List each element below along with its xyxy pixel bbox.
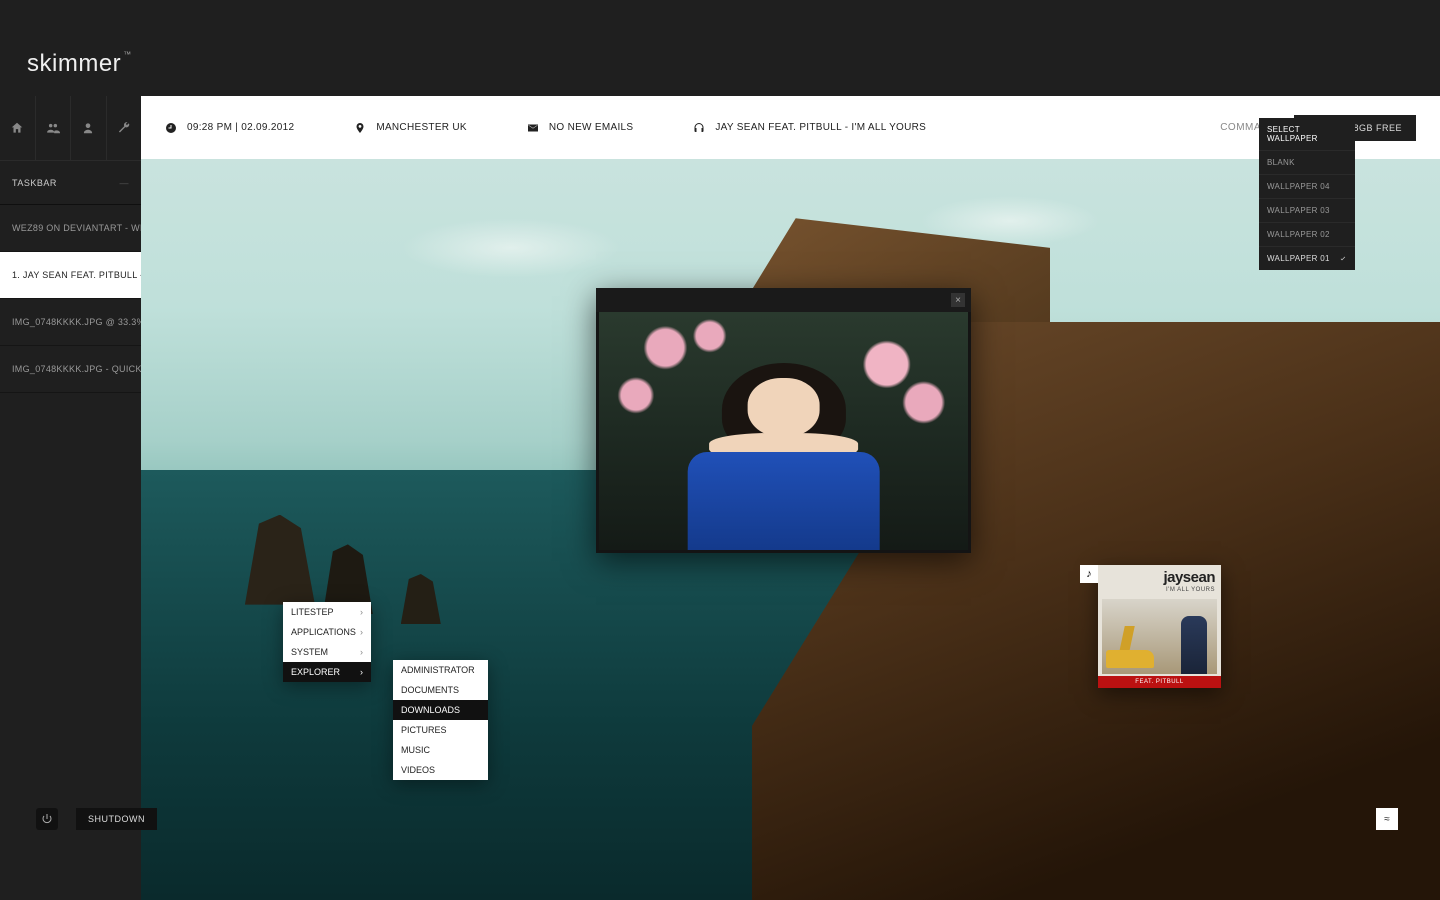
wrench-icon[interactable]	[107, 96, 142, 160]
power-button[interactable]	[36, 808, 58, 830]
expand-button[interactable]: ≈	[1376, 808, 1398, 830]
wallpaper-option[interactable]: BLANK	[1259, 150, 1355, 174]
taskbar-item[interactable]: IMG_0748KKKK.JPG - QUICK ...	[0, 346, 141, 393]
email-text: NO NEW EMAILS	[549, 122, 633, 133]
taskbar-header[interactable]: TASKBAR —	[0, 160, 141, 205]
window-titlebar[interactable]: ×	[596, 288, 971, 312]
album-feat: FEAT. PITBULL	[1098, 676, 1221, 688]
check-icon	[1339, 255, 1347, 263]
people-icon[interactable]	[36, 96, 72, 160]
submenu-item[interactable]: DOCUMENTS	[393, 680, 488, 700]
context-submenu-explorer: ADMINISTRATOR DOCUMENTS DOWNLOADS PICTUR…	[393, 660, 488, 780]
wallpaper-option[interactable]: WALLPAPER 04	[1259, 174, 1355, 198]
nowplaying-group[interactable]: JAY SEAN FEAT. PITBULL - I'M ALL YOURS	[693, 122, 926, 134]
pin-icon	[354, 122, 366, 134]
context-menu-main: LITESTEP› APPLICATIONS› SYSTEM› EXPLORER…	[283, 602, 371, 682]
submenu-item[interactable]: MUSIC	[393, 740, 488, 760]
person-icon[interactable]	[71, 96, 107, 160]
mail-icon	[527, 122, 539, 134]
expand-icon: ≈	[1384, 814, 1390, 825]
menu-item-system[interactable]: SYSTEM›	[283, 642, 371, 662]
sidebar-icon-row	[0, 96, 141, 160]
music-note-icon[interactable]: ♪	[1080, 565, 1098, 583]
collapse-icon[interactable]: —	[120, 178, 130, 188]
album-art-widget[interactable]: ♪ jaysean I'M ALL YOURS FEAT. PITBULL	[1098, 565, 1221, 688]
submenu-item[interactable]: PICTURES	[393, 720, 488, 740]
submenu-item[interactable]: DOWNLOADS	[393, 700, 488, 720]
album-artist: jaysean	[1163, 569, 1215, 586]
sidebar: TASKBAR — WEZ89 ON DEVIANTART - WIN... 1…	[0, 96, 141, 900]
email-group[interactable]: NO NEW EMAILS	[527, 122, 633, 134]
clock-group: 09:28 PM | 02.09.2012	[165, 122, 294, 134]
home-icon[interactable]	[0, 96, 36, 160]
wallpaper-option[interactable]: WALLPAPER 02	[1259, 222, 1355, 246]
close-button[interactable]: ×	[951, 293, 965, 307]
location-group: MANCHESTER UK	[354, 122, 467, 134]
shutdown-button[interactable]: SHUTDOWN	[76, 808, 157, 830]
submenu-item[interactable]: ADMINISTRATOR	[393, 660, 488, 680]
menu-item-litestep[interactable]: LITESTEP›	[283, 602, 371, 622]
menu-item-explorer[interactable]: EXPLORER›	[283, 662, 371, 682]
power-icon	[41, 813, 53, 825]
wallpaper-menu-header[interactable]: SELECT WALLPAPER	[1259, 118, 1355, 150]
photo-viewer-window[interactable]: ×	[596, 288, 971, 553]
nowplaying-text: JAY SEAN FEAT. PITBULL - I'M ALL YOURS	[715, 122, 926, 133]
wallpaper-menu: SELECT WALLPAPER BLANK WALLPAPER 04 WALL…	[1259, 118, 1355, 270]
wallpaper-option[interactable]: WALLPAPER 03	[1259, 198, 1355, 222]
wallpaper-option[interactable]: WALLPAPER 01	[1259, 246, 1355, 270]
album-title: I'M ALL YOURS	[1166, 587, 1215, 593]
chevron-right-icon: ›	[360, 627, 363, 637]
clock-icon	[165, 122, 177, 134]
time-date-text: 09:28 PM | 02.09.2012	[187, 122, 294, 133]
info-bar: 09:28 PM | 02.09.2012 MANCHESTER UK NO N…	[141, 96, 1440, 159]
chevron-right-icon: ›	[360, 607, 363, 617]
taskbar-item[interactable]: WEZ89 ON DEVIANTART - WIN...	[0, 205, 141, 252]
wallpaper-option-label: WALLPAPER 01	[1267, 254, 1330, 263]
taskbar-item[interactable]: IMG_0748KKKK.JPG @ 33.3%...	[0, 299, 141, 346]
chevron-right-icon: ›	[360, 667, 363, 677]
app-logo: skimmer™	[27, 50, 132, 78]
headphones-icon	[693, 122, 705, 134]
location-text: MANCHESTER UK	[376, 122, 467, 133]
titlebar: skimmer™	[0, 0, 1440, 96]
taskbar-item[interactable]: 1. JAY SEAN FEAT. PITBULL - I'M...	[0, 252, 141, 299]
brand-text: skimmer	[27, 50, 121, 77]
chevron-right-icon: ›	[360, 647, 363, 657]
taskbar-label: TASKBAR	[12, 178, 57, 188]
submenu-item[interactable]: VIDEOS	[393, 760, 488, 780]
menu-item-applications[interactable]: APPLICATIONS›	[283, 622, 371, 642]
photo-content	[599, 312, 968, 550]
